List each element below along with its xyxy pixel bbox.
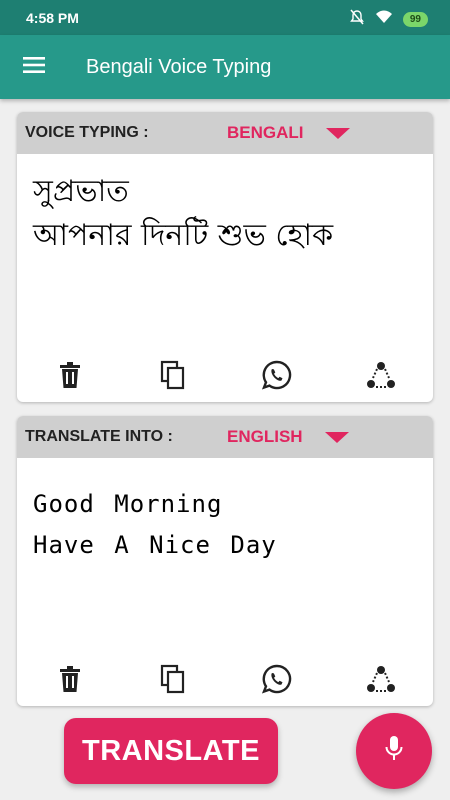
translated-text-area[interactable]: Good Morning Have A Nice Day bbox=[33, 484, 421, 566]
dropdown-caret-icon bbox=[325, 127, 350, 139]
delete-icon[interactable] bbox=[53, 662, 87, 696]
app-title: Bengali Voice Typing bbox=[86, 56, 272, 78]
share-icon[interactable] bbox=[364, 662, 398, 696]
status-icons: 99 bbox=[349, 9, 428, 30]
voice-typing-label: VOICE TYPING : bbox=[25, 124, 149, 141]
delete-icon[interactable] bbox=[53, 358, 87, 392]
copy-icon[interactable] bbox=[156, 662, 190, 696]
translate-card: TRANSLATE INTO : ENGLISH Good Morning Ha… bbox=[17, 416, 433, 706]
voice-typing-header: VOICE TYPING : BENGALI bbox=[17, 112, 433, 154]
voice-text-area[interactable]: সুপ্রভাত আপনার দিনটি শুভ হোক bbox=[33, 170, 421, 257]
share-icon[interactable] bbox=[364, 358, 398, 392]
dropdown-caret-icon bbox=[324, 431, 349, 443]
status-bar: 4:58 PM 99 bbox=[0, 0, 450, 35]
translate-into-label: TRANSLATE INTO : bbox=[25, 428, 173, 445]
microphone-button[interactable] bbox=[356, 713, 432, 789]
target-language-value: ENGLISH bbox=[227, 427, 303, 446]
mute-icon bbox=[349, 9, 365, 30]
translate-actions bbox=[17, 662, 433, 696]
voice-typing-card: VOICE TYPING : BENGALI সুপ্রভাত আপনার দি… bbox=[17, 112, 433, 402]
battery-icon: 99 bbox=[402, 12, 428, 27]
voice-actions bbox=[17, 358, 433, 392]
app-bar: Bengali Voice Typing bbox=[0, 35, 450, 99]
translate-button[interactable]: TRANSLATE bbox=[64, 718, 278, 784]
wifi-icon bbox=[375, 10, 393, 29]
source-language-dropdown[interactable]: BENGALI bbox=[227, 112, 350, 154]
microphone-icon bbox=[384, 735, 404, 768]
translate-header: TRANSLATE INTO : ENGLISH bbox=[17, 416, 433, 458]
whatsapp-icon[interactable] bbox=[260, 358, 294, 392]
whatsapp-icon[interactable] bbox=[260, 662, 294, 696]
copy-icon[interactable] bbox=[156, 358, 190, 392]
target-language-dropdown[interactable]: ENGLISH bbox=[227, 416, 349, 458]
status-time: 4:58 PM bbox=[26, 10, 79, 26]
source-language-value: BENGALI bbox=[227, 123, 304, 142]
hamburger-menu-icon[interactable] bbox=[22, 55, 48, 79]
